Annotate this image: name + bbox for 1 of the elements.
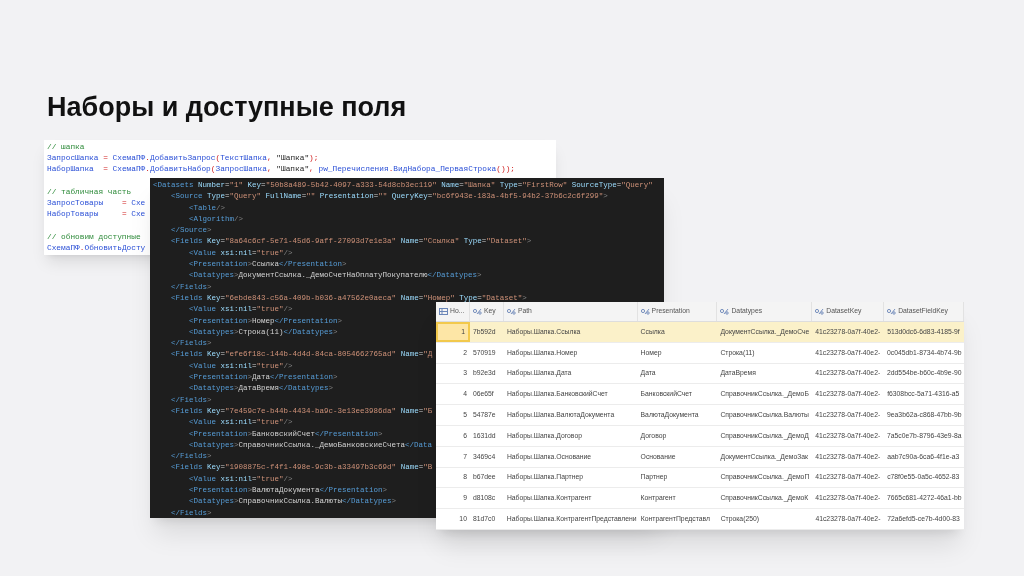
- slide-title: Наборы и доступные поля: [47, 94, 407, 121]
